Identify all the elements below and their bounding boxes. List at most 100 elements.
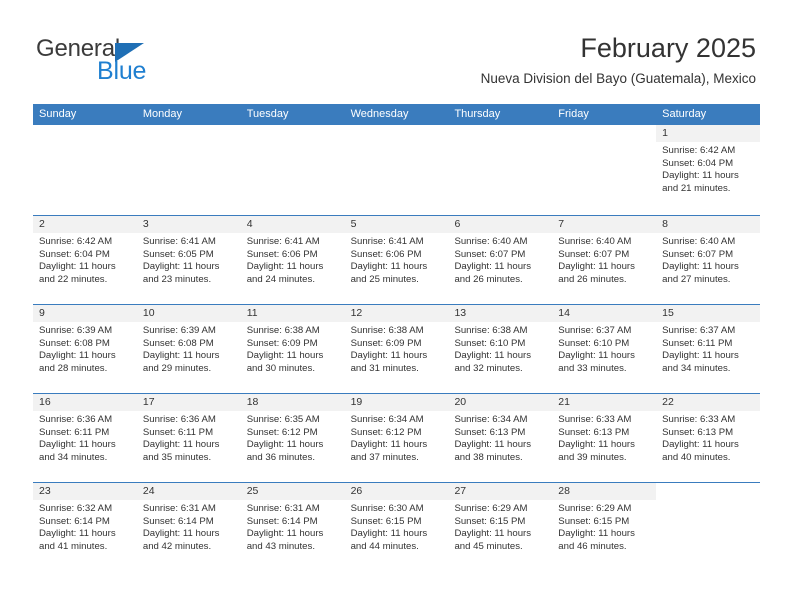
daylight-text: Daylight: 11 hours and 21 minutes. [662,170,739,194]
day-number-band: 20 [448,394,553,411]
day-cell[interactable]: 7 Sunrise: 6:40 AM Sunset: 6:07 PM Dayli… [552,216,657,304]
sunrise-text: Sunrise: 6:40 AM [454,236,528,247]
day-details: Sunrise: 6:40 AM Sunset: 6:07 PM Dayligh… [656,233,760,286]
day-cell[interactable]: 25 Sunrise: 6:31 AM Sunset: 6:14 PM Dayl… [240,483,345,571]
sunset-text: Sunset: 6:07 PM [454,248,526,260]
day-details: Sunrise: 6:40 AM Sunset: 6:07 PM Dayligh… [448,233,552,286]
sunset-text: Sunset: 6:10 PM [558,337,630,349]
weekday-header-friday: Friday [558,108,589,120]
day-number: 11 [246,307,258,319]
location-subtitle: Nueva Division del Bayo (Guatemala), Mex… [480,71,756,86]
day-number: 8 [662,218,668,230]
sunset-text: Sunset: 6:06 PM [350,248,422,260]
day-number-band: 22 [656,394,761,411]
day-details: Sunrise: 6:33 AM Sunset: 6:13 PM Dayligh… [552,411,656,464]
sunrise-text: Sunrise: 6:41 AM [350,236,424,247]
day-number-band: 15 [656,305,761,322]
day-number: 5 [350,218,357,230]
day-cell[interactable]: 5 Sunrise: 6:41 AM Sunset: 6:06 PM Dayli… [344,216,449,304]
day-number: 22 [662,396,674,408]
general-blue-logo[interactable]: General Blue [36,36,266,92]
sunrise-text: Sunrise: 6:42 AM [662,145,736,156]
daylight-text: Daylight: 11 hours and 37 minutes. [350,439,428,463]
daylight-text: Daylight: 11 hours and 27 minutes. [662,261,739,285]
sunset-text: Sunset: 6:11 PM [39,426,110,438]
sunset-text: Sunset: 6:13 PM [454,426,526,438]
day-details: Sunrise: 6:41 AM Sunset: 6:06 PM Dayligh… [345,233,449,286]
day-cell[interactable]: 23 Sunrise: 6:32 AM Sunset: 6:14 PM Dayl… [33,483,137,571]
day-cell[interactable]: 12 Sunrise: 6:38 AM Sunset: 6:09 PM Dayl… [344,305,449,393]
daylight-text: Daylight: 11 hours and 24 minutes. [246,261,324,285]
sunset-text: Sunset: 6:15 PM [454,515,526,527]
day-number-band: 8 [656,216,761,233]
day-cell[interactable]: 9 Sunrise: 6:39 AM Sunset: 6:08 PM Dayli… [33,305,137,393]
day-number: 2 [39,218,45,230]
daylight-text: Daylight: 11 hours and 38 minutes. [454,439,532,463]
daylight-text: Daylight: 11 hours and 35 minutes. [142,439,220,463]
page-title: February 2025 [580,33,756,63]
day-cell[interactable]: 27 Sunrise: 6:29 AM Sunset: 6:15 PM Dayl… [448,483,553,571]
day-details: Sunrise: 6:34 AM Sunset: 6:12 PM Dayligh… [345,411,449,464]
sunset-text: Sunset: 6:14 PM [246,515,318,527]
day-cell[interactable]: 20 Sunrise: 6:34 AM Sunset: 6:13 PM Dayl… [448,394,553,482]
week-row: 1 Sunrise: 6:42 AM Sunset: 6:04 PM Dayli… [33,125,761,215]
day-cell[interactable]: 13 Sunrise: 6:38 AM Sunset: 6:10 PM Dayl… [448,305,553,393]
daylight-text: Daylight: 11 hours and 25 minutes. [350,261,428,285]
day-details: Sunrise: 6:32 AM Sunset: 6:14 PM Dayligh… [33,500,137,553]
sunset-text: Sunset: 6:12 PM [350,426,422,438]
day-cell[interactable]: 22 Sunrise: 6:33 AM Sunset: 6:13 PM Dayl… [656,394,761,482]
sunset-text: Sunset: 6:11 PM [662,337,733,349]
day-cell[interactable]: 26 Sunrise: 6:30 AM Sunset: 6:15 PM Dayl… [344,483,449,571]
day-number: 25 [246,485,259,497]
day-cell[interactable]: 16 Sunrise: 6:36 AM Sunset: 6:11 PM Dayl… [33,394,137,482]
weekday-header-thursday: Thursday [454,108,501,120]
day-cell[interactable]: 1 Sunrise: 6:42 AM Sunset: 6:04 PM Dayli… [656,125,761,215]
day-cell[interactable]: 15 Sunrise: 6:37 AM Sunset: 6:11 PM Dayl… [656,305,761,393]
day-number: 26 [350,485,363,497]
day-number-band: 17 [136,394,241,411]
day-cell[interactable]: 2 Sunrise: 6:42 AM Sunset: 6:04 PM Dayli… [33,216,137,304]
day-details: Sunrise: 6:41 AM Sunset: 6:05 PM Dayligh… [137,233,241,286]
week-row: 16 Sunrise: 6:36 AM Sunset: 6:11 PM Dayl… [33,393,761,482]
day-number: 17 [142,396,155,408]
day-cell[interactable]: 6 Sunrise: 6:40 AM Sunset: 6:07 PM Dayli… [448,216,553,304]
day-cell[interactable]: 8 Sunrise: 6:40 AM Sunset: 6:07 PM Dayli… [656,216,761,304]
day-number: 9 [39,307,45,319]
day-cell[interactable]: 17 Sunrise: 6:36 AM Sunset: 6:11 PM Dayl… [136,394,241,482]
sunrise-text: Sunrise: 6:36 AM [142,414,216,425]
day-cell[interactable]: 4 Sunrise: 6:41 AM Sunset: 6:06 PM Dayli… [240,216,345,304]
day-cell[interactable]: 18 Sunrise: 6:35 AM Sunset: 6:12 PM Dayl… [240,394,345,482]
weekday-header-wednesday: Wednesday [350,108,409,120]
day-number: 7 [558,218,565,230]
day-number-band: 18 [240,394,345,411]
day-number-band: 1 [656,125,761,142]
day-cell[interactable]: 19 Sunrise: 6:34 AM Sunset: 6:12 PM Dayl… [344,394,449,482]
day-cell[interactable]: 21 Sunrise: 6:33 AM Sunset: 6:13 PM Dayl… [552,394,657,482]
sunset-text: Sunset: 6:12 PM [246,426,318,438]
day-cell[interactable]: 28 Sunrise: 6:29 AM Sunset: 6:15 PM Dayl… [552,483,657,571]
weekday-header-monday: Monday [142,108,182,120]
day-cell[interactable]: 11 Sunrise: 6:38 AM Sunset: 6:09 PM Dayl… [240,305,345,393]
day-cell[interactable]: 24 Sunrise: 6:31 AM Sunset: 6:14 PM Dayl… [136,483,241,571]
day-number-band: 4 [240,216,345,233]
sunrise-text: Sunrise: 6:38 AM [246,325,320,336]
sunset-text: Sunset: 6:15 PM [558,515,630,527]
day-number: 28 [558,485,570,497]
day-number-band: 16 [33,394,137,411]
day-number: 6 [454,218,461,230]
day-number-band: 2 [33,216,137,233]
daylight-text: Daylight: 11 hours and 34 minutes. [39,439,116,463]
daylight-text: Daylight: 11 hours and 32 minutes. [454,350,532,374]
sunset-text: Sunset: 6:09 PM [246,337,318,349]
daylight-text: Daylight: 11 hours and 26 minutes. [454,261,532,285]
day-details: Sunrise: 6:36 AM Sunset: 6:11 PM Dayligh… [33,411,137,464]
day-cell-empty [33,125,137,215]
day-details: Sunrise: 6:31 AM Sunset: 6:14 PM Dayligh… [241,500,345,553]
day-cell[interactable]: 3 Sunrise: 6:41 AM Sunset: 6:05 PM Dayli… [136,216,241,304]
day-cell[interactable]: 10 Sunrise: 6:39 AM Sunset: 6:08 PM Dayl… [136,305,241,393]
day-number-band: 21 [552,394,657,411]
day-details: Sunrise: 6:38 AM Sunset: 6:09 PM Dayligh… [241,322,345,375]
day-number: 27 [454,485,467,497]
day-cell[interactable]: 14 Sunrise: 6:37 AM Sunset: 6:10 PM Dayl… [552,305,657,393]
day-number-band: 19 [344,394,449,411]
